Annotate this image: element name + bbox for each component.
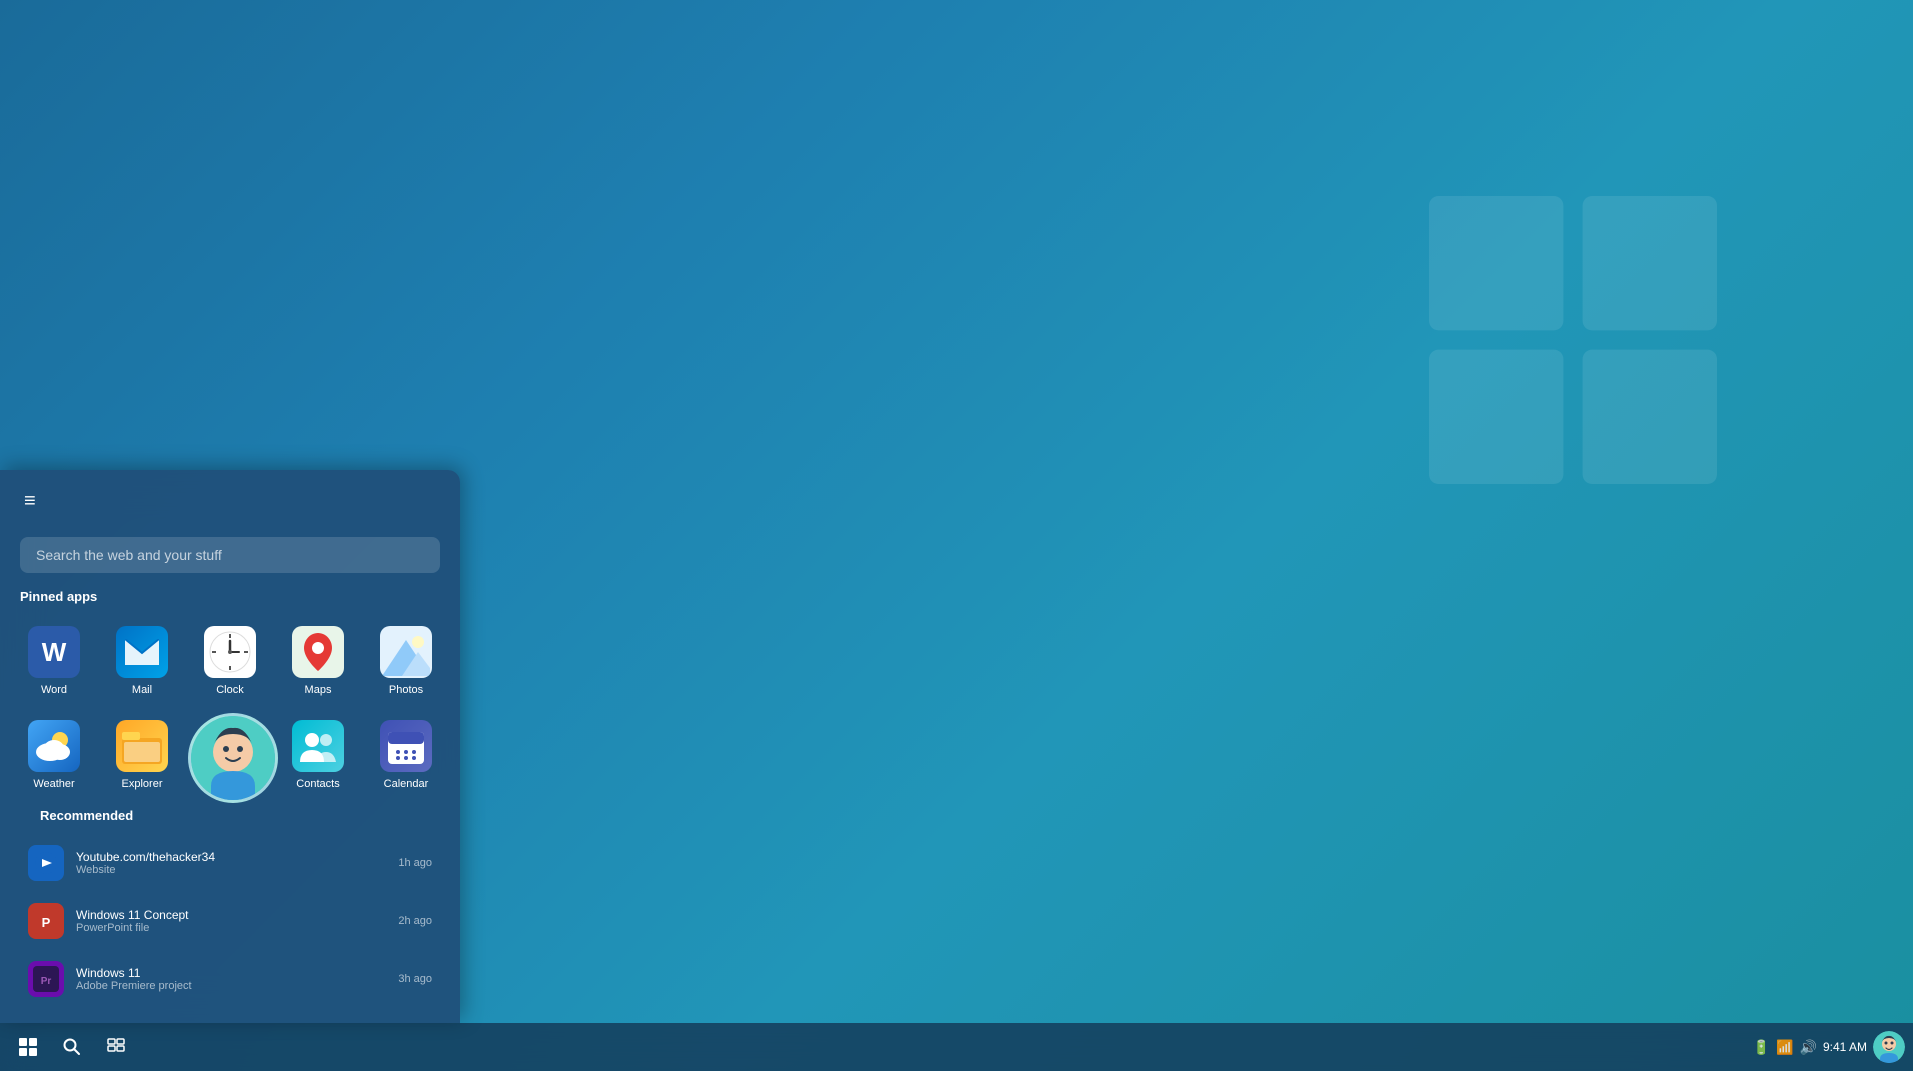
clock-time: 9:41 AM — [1823, 1040, 1867, 1054]
mail-label: Mail — [132, 684, 152, 696]
rec-icon-win11concept: P — [28, 903, 64, 939]
rec-item-win11concept[interactable]: P Windows 11 Concept PowerPoint file 2h … — [20, 893, 440, 949]
pinned-apps-label: Pinned apps — [0, 589, 460, 616]
rec-info-win11concept: Windows 11 Concept PowerPoint file — [76, 908, 386, 934]
taskbar: 🔋 📶 🔊 9:41 AM — [0, 1023, 1913, 1071]
rec-info-youtube: Youtube.com/thehacker34 Website — [76, 850, 386, 876]
taskview-button[interactable] — [96, 1027, 136, 1067]
explorer-label: Explorer — [122, 778, 163, 790]
battery-icon: 🔋 — [1753, 1039, 1770, 1056]
desktop: ≡ Pinned apps W Word — [0, 0, 1913, 1071]
rec-type-youtube: Website — [76, 864, 386, 876]
search-bar-container — [20, 537, 440, 573]
rec-time-win11premiere: 3h ago — [398, 973, 432, 985]
network-icon: 📶 — [1776, 1039, 1793, 1056]
rec-time-win11concept: 2h ago — [398, 915, 432, 927]
start-menu-top: ≡ — [0, 470, 460, 525]
search-input[interactable] — [20, 537, 440, 573]
maps-label: Maps — [305, 684, 332, 696]
rec-type-win11concept: PowerPoint file — [76, 922, 386, 934]
rec-item-youtube[interactable]: Youtube.com/thehacker34 Website 1h ago — [20, 835, 440, 891]
photos-label: Photos — [389, 684, 423, 696]
rec-name-win11concept: Windows 11 Concept — [76, 908, 386, 922]
weather-label: Weather — [33, 778, 74, 790]
app-weather[interactable]: Weather — [12, 710, 96, 800]
maps-icon — [292, 626, 344, 678]
weather-icon — [28, 720, 80, 772]
start-button[interactable] — [8, 1027, 48, 1067]
calendar-icon — [380, 720, 432, 772]
word-label: Word — [41, 684, 67, 696]
taskbar-avatar[interactable] — [1873, 1031, 1905, 1063]
app-contacts[interactable]: Contacts — [276, 710, 360, 800]
app-clock[interactable]: Clock — [188, 616, 272, 706]
volume-icon: 🔊 — [1800, 1039, 1817, 1056]
rec-info-win11premiere: Windows 11 Adobe Premiere project — [76, 966, 386, 992]
recommended-label: Recommended — [20, 808, 440, 835]
taskbar-left — [8, 1027, 136, 1067]
photos-icon — [380, 626, 432, 678]
recommended-section: Recommended Youtube.com/thehacker34 Webs… — [0, 808, 460, 1007]
svg-text:P: P — [42, 915, 51, 930]
app-maps[interactable]: Maps — [276, 616, 360, 706]
explorer-icon — [116, 720, 168, 772]
recommended-items: Youtube.com/thehacker34 Website 1h ago P — [20, 835, 440, 1007]
rec-type-win11premiere: Adobe Premiere project — [76, 980, 386, 992]
hamburger-button[interactable]: ≡ — [20, 486, 40, 517]
user-avatar-area — [188, 713, 278, 803]
user-avatar[interactable] — [188, 713, 278, 803]
app-explorer[interactable]: Explorer — [100, 710, 184, 800]
rec-icon-youtube — [28, 845, 64, 881]
taskbar-system-icons: 🔋 📶 🔊 — [1753, 1039, 1817, 1056]
contacts-label: Contacts — [296, 778, 339, 790]
rec-name-win11premiere: Windows 11 — [76, 966, 386, 980]
taskbar-search-button[interactable] — [52, 1027, 92, 1067]
rec-icon-win11premiere: Pr — [28, 961, 64, 997]
rec-item-win11premiere[interactable]: Pr Windows 11 Adobe Premiere project 3h … — [20, 951, 440, 1007]
rec-name-youtube: Youtube.com/thehacker34 — [76, 850, 386, 864]
mail-icon — [116, 626, 168, 678]
calendar-label: Calendar — [384, 778, 429, 790]
clock-label: Clock — [216, 684, 244, 696]
word-icon: W — [28, 626, 80, 678]
contacts-icon — [292, 720, 344, 772]
app-photos[interactable]: Photos — [364, 616, 448, 706]
clock-icon — [204, 626, 256, 678]
app-calendar[interactable]: Calendar — [364, 710, 448, 800]
svg-text:Pr: Pr — [41, 976, 52, 987]
taskbar-clock[interactable]: 9:41 AM — [1823, 1040, 1867, 1054]
rec-time-youtube: 1h ago — [398, 857, 432, 869]
app-mail[interactable]: Mail — [100, 616, 184, 706]
taskbar-right: 🔋 📶 🔊 9:41 AM — [1753, 1031, 1905, 1063]
windows-logo — [1413, 180, 1733, 500]
app-word[interactable]: W Word — [12, 616, 96, 706]
